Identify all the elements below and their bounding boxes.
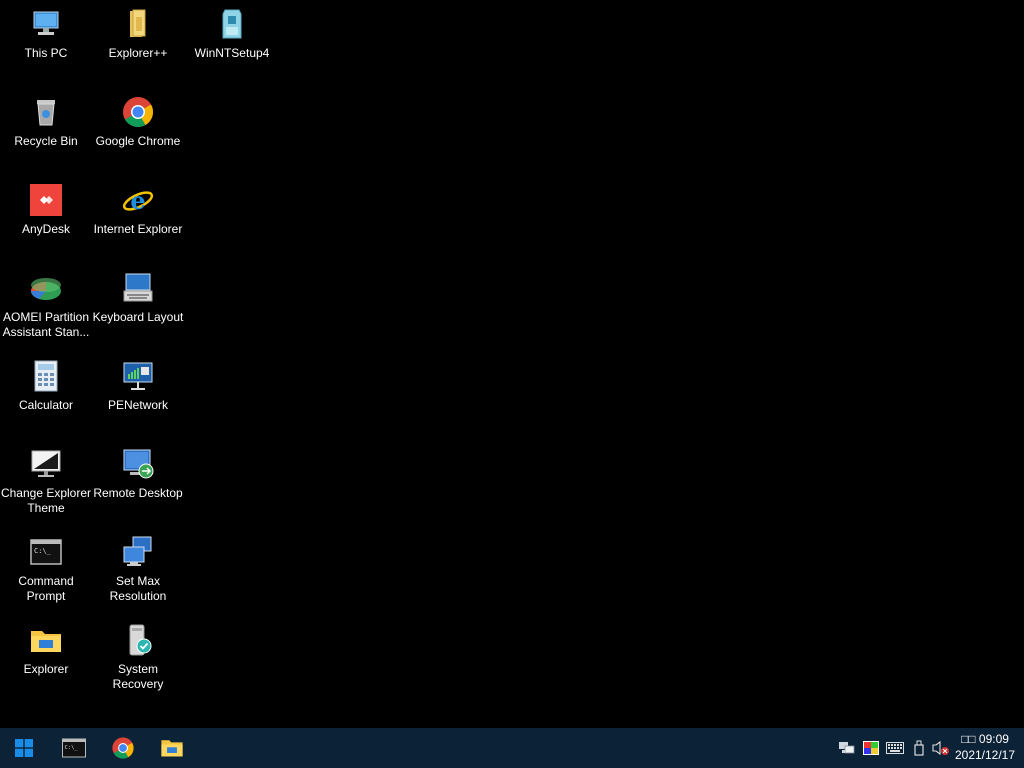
internet-explorer-icon: e <box>121 183 155 217</box>
change-theme-icon <box>29 447 63 481</box>
set-max-resolution-icon <box>121 535 155 569</box>
desktop-icon-explorer[interactable]: Explorer <box>0 623 92 677</box>
file-explorer-icon <box>160 737 184 759</box>
calculator-icon <box>29 359 63 393</box>
explorer-icon <box>29 623 63 657</box>
desktop-icon-label: Explorer <box>23 662 69 676</box>
desktop-icon-calculator[interactable]: Calculator <box>0 359 92 413</box>
desktop-icon-label: Explorer++ <box>108 46 168 60</box>
svg-text:C:\_: C:\_ <box>34 547 52 555</box>
desktop-icon-change-explorer-theme[interactable]: Change Explorer Theme <box>0 447 92 516</box>
desktop-icon-label: Keyboard Layout <box>92 310 184 324</box>
keyboard-layout-icon <box>121 271 155 305</box>
system-recovery-icon <box>121 623 155 657</box>
desktop-icon-label: Recycle Bin <box>14 134 78 148</box>
desktop-icon-label: System Recovery <box>112 662 164 691</box>
desktop-icon-label: This PC <box>24 46 68 60</box>
taskbar-file-explorer-button[interactable] <box>148 728 196 768</box>
taskbar-clock[interactable]: □□ 09:09 2021/12/17 <box>954 731 1016 763</box>
desktop-icon-remote-desktop[interactable]: Remote Desktop <box>92 447 184 501</box>
desktop-icon-label: Set Max Resolution <box>109 574 167 603</box>
desktop-icon-explorer-plus-plus[interactable]: Explorer++ <box>92 7 184 61</box>
usb-device-icon[interactable] <box>910 740 928 756</box>
desktop-icon-keyboard-layout[interactable]: Keyboard Layout <box>92 271 184 325</box>
desktop-icon-anydesk[interactable]: AnyDesk <box>0 183 92 237</box>
svg-text:e: e <box>130 186 145 215</box>
volume-muted-icon[interactable] <box>932 740 950 756</box>
command-prompt-icon: C:\_ <box>29 535 63 569</box>
desktop-icon-this-pc[interactable]: This PC <box>0 7 92 61</box>
desktop-icon-google-chrome[interactable]: Google Chrome <box>92 95 184 149</box>
remote-desktop-icon <box>121 447 155 481</box>
svg-text:C:\_: C:\_ <box>65 745 79 751</box>
desktop-icon-label: Google Chrome <box>95 134 181 148</box>
chrome-icon <box>111 736 135 760</box>
command-prompt-icon: C:\_ <box>62 738 86 758</box>
aomei-partition-icon <box>29 271 63 305</box>
desktop-icon-label: PENetwork <box>107 398 169 412</box>
desktop-icon-penetwork[interactable]: PENetwork <box>92 359 184 413</box>
taskbar-chrome-button[interactable] <box>99 728 147 768</box>
desktop-icon-set-max-resolution[interactable]: Set Max Resolution <box>92 535 184 604</box>
this-pc-icon <box>29 7 63 41</box>
desktop: This PC Explorer++ WinNTSetup4 Recycle B… <box>0 0 1024 728</box>
network-icon[interactable] <box>838 740 856 756</box>
color-theme-icon[interactable] <box>862 740 880 756</box>
desktop-icon-aomei-partition[interactable]: AOMEI Partition Assistant Stan... <box>0 271 92 340</box>
desktop-icon-winntsetup[interactable]: WinNTSetup4 <box>186 7 278 61</box>
desktop-icon-recycle-bin[interactable]: Recycle Bin <box>0 95 92 149</box>
desktop-icon-label: AnyDesk <box>21 222 71 236</box>
clock-date: 2021/12/17 <box>954 748 1016 762</box>
start-button[interactable] <box>0 728 48 768</box>
taskbar-command-prompt-button[interactable]: C:\_ <box>50 728 98 768</box>
desktop-icon-label: Change Explorer Theme <box>0 486 92 515</box>
penetwork-icon <box>121 359 155 393</box>
windows-start-icon <box>15 739 33 757</box>
explorer-plus-plus-icon <box>121 7 155 41</box>
desktop-icon-label: Internet Explorer <box>93 222 183 236</box>
desktop-icon-label: WinNTSetup4 <box>194 46 270 60</box>
desktop-icon-label: Calculator <box>18 398 74 412</box>
desktop-icon-label: AOMEI Partition Assistant Stan... <box>2 310 90 339</box>
chrome-icon <box>121 95 155 129</box>
anydesk-icon <box>29 183 63 217</box>
taskbar: C:\_ □□ 09:09 2021/12/17 <box>0 728 1024 768</box>
clock-time: □□ 09:09 <box>961 732 1009 746</box>
desktop-icon-label: Remote Desktop <box>93 486 183 500</box>
desktop-icon-system-recovery[interactable]: System Recovery <box>92 623 184 692</box>
desktop-icon-label: Command Prompt <box>18 574 74 603</box>
winntsetup-icon <box>215 7 249 41</box>
recycle-bin-icon <box>29 95 63 129</box>
keyboard-icon[interactable] <box>886 740 904 756</box>
desktop-icon-internet-explorer[interactable]: e Internet Explorer <box>92 183 184 237</box>
desktop-icon-command-prompt[interactable]: C:\_ Command Prompt <box>0 535 92 604</box>
